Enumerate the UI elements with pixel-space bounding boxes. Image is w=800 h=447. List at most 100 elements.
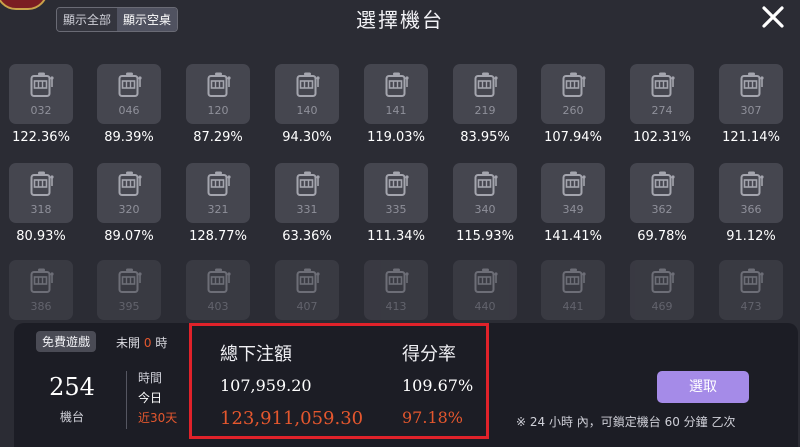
machine-number: 440 <box>474 300 496 313</box>
machine-number: 331 <box>296 203 318 216</box>
machine-rate: 121.14% <box>722 130 780 145</box>
slot-machine-icon <box>296 171 320 196</box>
machine-number: 141 <box>385 104 407 117</box>
machine-tile[interactable]: 407 <box>275 260 339 320</box>
machine-number: 362 <box>651 203 673 216</box>
machine-card[interactable]: 403 <box>186 260 250 320</box>
machine-card[interactable]: 120 <box>186 64 250 124</box>
machine-tile[interactable]: 395 <box>97 260 161 320</box>
machine-rate: 94.30% <box>282 130 332 145</box>
machine-card[interactable]: 307 <box>719 64 783 124</box>
slot-machine-icon <box>207 171 231 196</box>
machine-tile[interactable]: 140 94.30% <box>275 64 339 145</box>
machine-card[interactable]: 318 <box>9 163 73 223</box>
machine-rate: 80.93% <box>16 229 66 244</box>
machine-tile[interactable]: 340 115.93% <box>453 163 517 244</box>
machine-count-label: 機台 <box>59 410 84 424</box>
machine-rate: 69.78% <box>637 229 687 244</box>
slot-machine-icon <box>207 72 231 97</box>
machine-tile[interactable]: 219 83.95% <box>453 64 517 145</box>
lock-note: ※ 24 小時 內，可鎖定機台 60 分鐘 乙次 <box>516 415 736 429</box>
slot-machine-icon <box>740 268 764 293</box>
score-rate-30-days: 97.18% <box>402 408 464 427</box>
machine-tile[interactable]: 260 107.94% <box>541 64 605 145</box>
header: 顯示全部 顯示空桌 選擇機台 <box>0 0 800 46</box>
page-title: 選擇機台 <box>356 8 444 32</box>
machine-tile[interactable]: 386 <box>9 260 73 320</box>
machine-tile[interactable]: 441 <box>541 260 605 320</box>
free-status-suffix: 時 <box>155 336 168 350</box>
machine-tile[interactable]: 331 63.36% <box>275 163 339 244</box>
machine-card[interactable]: 340 <box>453 163 517 223</box>
machine-card[interactable]: 469 <box>630 260 694 320</box>
machine-card[interactable]: 260 <box>541 64 605 124</box>
machine-tile[interactable]: 349 141.41% <box>541 163 605 244</box>
machine-number: 403 <box>207 300 229 313</box>
machine-tile[interactable]: 032 122.36% <box>9 64 73 145</box>
machine-number: 413 <box>385 300 407 313</box>
machine-tile[interactable]: 440 <box>453 260 517 320</box>
machine-tile[interactable]: 307 121.14% <box>719 64 783 145</box>
machine-tile[interactable]: 318 80.93% <box>9 163 73 244</box>
total-bet-header: 總下注額 <box>220 344 292 365</box>
machine-card[interactable]: 320 <box>97 163 161 223</box>
machine-card[interactable]: 274 <box>630 64 694 124</box>
machine-number: 321 <box>207 203 229 216</box>
machine-number: 469 <box>651 300 673 313</box>
machine-card[interactable]: 386 <box>9 260 73 320</box>
machine-tile[interactable]: 320 89.07% <box>97 163 161 244</box>
machine-card[interactable]: 440 <box>453 260 517 320</box>
period-30-days: 近30天 <box>138 411 178 425</box>
machine-card[interactable]: 141 <box>364 64 428 124</box>
machine-rate: 111.34% <box>367 229 425 244</box>
machine-card[interactable]: 335 <box>364 163 428 223</box>
machine-number: 120 <box>207 104 229 117</box>
machine-card[interactable]: 349 <box>541 163 605 223</box>
period-title: 時間 <box>138 371 163 385</box>
machine-card[interactable]: 140 <box>275 64 339 124</box>
machine-card[interactable]: 473 <box>719 260 783 320</box>
machine-card[interactable]: 219 <box>453 64 517 124</box>
select-button[interactable]: 選取 <box>657 371 749 403</box>
machine-number: 140 <box>296 104 318 117</box>
machine-rate: 83.95% <box>460 130 510 145</box>
machine-tile[interactable]: 335 111.34% <box>364 163 428 244</box>
machine-card[interactable]: 321 <box>186 163 250 223</box>
period-today: 今日 <box>138 391 163 405</box>
machine-rate: 115.93% <box>456 229 514 244</box>
machine-tile[interactable]: 403 <box>186 260 250 320</box>
machine-tile[interactable]: 469 <box>630 260 694 320</box>
machine-tile[interactable]: 473 <box>719 260 783 320</box>
machine-tile[interactable]: 362 69.78% <box>630 163 694 244</box>
score-rate-header: 得分率 <box>402 344 456 365</box>
machine-card[interactable]: 331 <box>275 163 339 223</box>
machine-card[interactable]: 441 <box>541 260 605 320</box>
machine-number: 219 <box>474 104 496 117</box>
machine-tile[interactable]: 366 91.12% <box>719 163 783 244</box>
machine-tile[interactable]: 120 87.29% <box>186 64 250 145</box>
close-icon[interactable] <box>760 4 786 30</box>
machine-card[interactable]: 366 <box>719 163 783 223</box>
machine-number: 366 <box>740 203 762 216</box>
slot-machine-icon <box>651 72 675 97</box>
machine-card[interactable]: 032 <box>9 64 73 124</box>
free-game-badge: 免費遊戲 <box>36 331 97 352</box>
machine-card[interactable]: 046 <box>97 64 161 124</box>
machine-tile[interactable]: 141 119.03% <box>364 64 428 145</box>
machine-card[interactable]: 413 <box>364 260 428 320</box>
machine-tile[interactable]: 274 102.31% <box>630 64 694 145</box>
machine-number: 349 <box>562 203 584 216</box>
machine-card[interactable]: 362 <box>630 163 694 223</box>
machine-number: 046 <box>118 104 140 117</box>
machine-tile[interactable]: 046 89.39% <box>97 64 161 145</box>
slot-machine-icon <box>30 268 54 293</box>
machine-rate: 91.12% <box>726 229 776 244</box>
machine-card[interactable]: 395 <box>97 260 161 320</box>
machine-tile[interactable]: 413 <box>364 260 428 320</box>
slot-machine-icon <box>474 268 498 293</box>
machine-tile[interactable]: 321 128.77% <box>186 163 250 244</box>
machine-card[interactable]: 407 <box>275 260 339 320</box>
slot-machine-icon <box>740 72 764 97</box>
slot-machine-icon <box>651 171 675 196</box>
machine-number: 032 <box>30 104 52 117</box>
